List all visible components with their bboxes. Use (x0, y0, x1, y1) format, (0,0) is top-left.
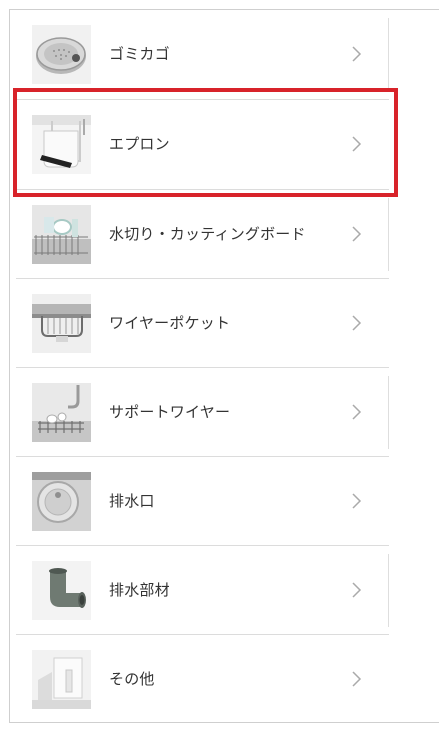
chevron-right-icon (352, 226, 362, 242)
chevron-right-icon (352, 315, 362, 331)
menu-item-wire-pocket[interactable]: ワイヤーポケット (16, 279, 389, 368)
chevron-right-icon (352, 404, 362, 420)
menu-item-label: エプロン (109, 135, 170, 153)
drain-basket-thumbnail (32, 25, 91, 84)
chevron-right-icon (352, 46, 362, 62)
right-edge-line (388, 554, 389, 627)
menu-item-support-wire[interactable]: サポートワイヤー (16, 368, 389, 457)
menu-item-label: 水切り・カッティングボード (109, 225, 306, 243)
right-edge-line (388, 376, 389, 449)
menu-item-label: サポートワイヤー (109, 403, 231, 421)
right-edge-line (388, 198, 389, 271)
menu-item-label: ワイヤーポケット (109, 314, 231, 332)
menu-item-label: 排水部材 (109, 581, 170, 599)
chevron-right-icon (352, 582, 362, 598)
chevron-right-icon (352, 493, 362, 509)
menu-item-other[interactable]: その他 (16, 635, 389, 724)
chevron-right-icon (352, 136, 362, 152)
wire-pocket-thumbnail (32, 294, 91, 353)
sink-apron-thumbnail (32, 115, 91, 174)
menu-item-label: その他 (109, 670, 155, 688)
drying-rack-thumbnail (32, 205, 91, 264)
menu-item-apron[interactable]: エプロン (16, 100, 389, 189)
menu-item-label: ゴミカゴ (109, 45, 170, 63)
drain-outlet-thumbnail (32, 472, 91, 531)
menu-item-drying-cutting-board[interactable]: 水切り・カッティングボード (16, 190, 389, 279)
other-parts-thumbnail (32, 650, 91, 709)
menu-item-drain-outlet[interactable]: 排水口 (16, 457, 389, 546)
menu-item-gomikago[interactable]: ゴミカゴ (16, 10, 389, 99)
chevron-right-icon (352, 671, 362, 687)
right-edge-line (388, 18, 389, 91)
support-wire-thumbnail (32, 383, 91, 442)
menu-item-drain-parts[interactable]: 排水部材 (16, 546, 389, 635)
menu-item-label: 排水口 (109, 492, 155, 510)
drain-pipe-thumbnail (32, 561, 91, 620)
